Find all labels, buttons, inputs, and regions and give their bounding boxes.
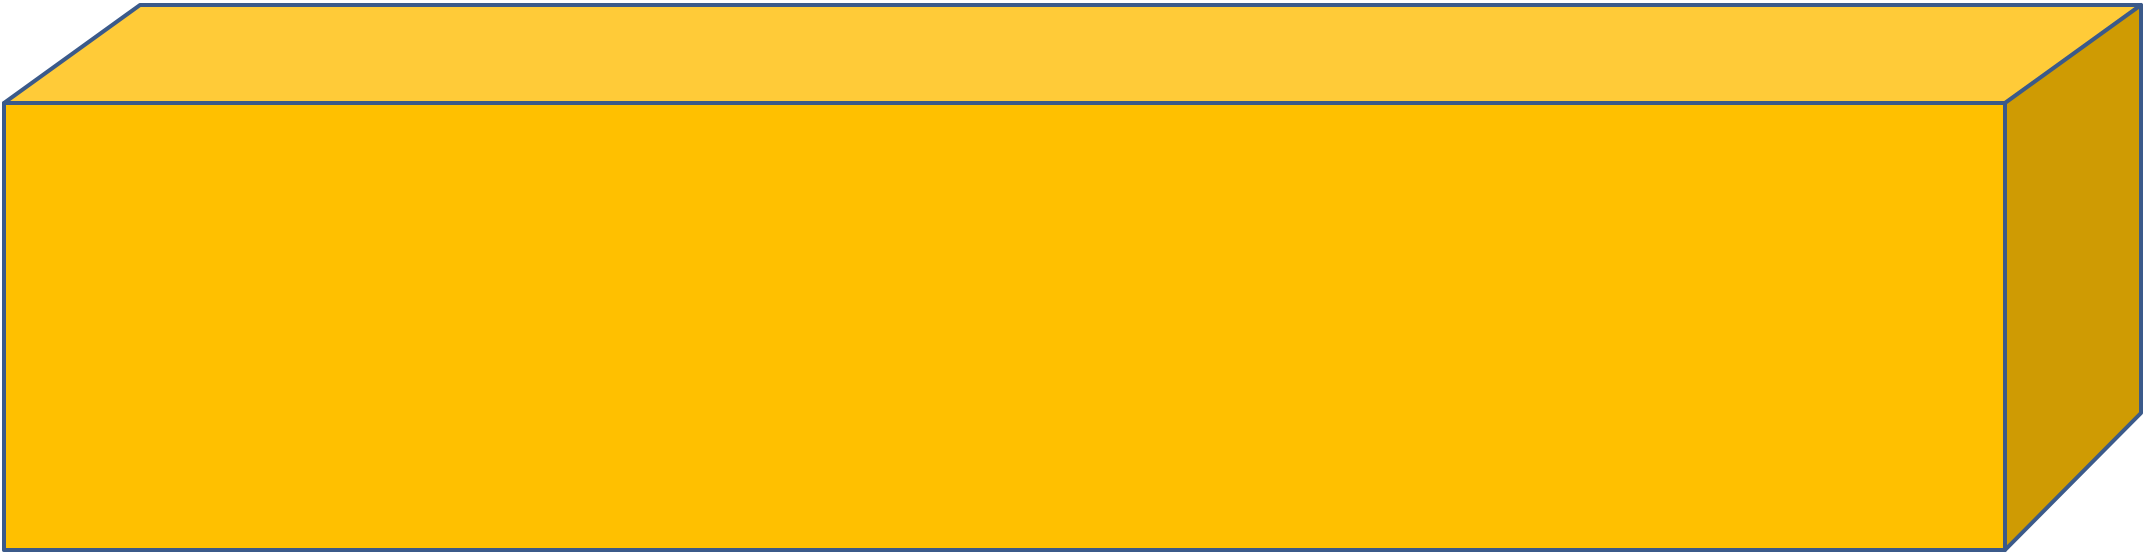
prism-front-face <box>2 101 2007 552</box>
prism-top-face <box>2 3 2143 105</box>
prism-right-face <box>2003 3 2143 552</box>
prism-diagram <box>2 3 2143 552</box>
